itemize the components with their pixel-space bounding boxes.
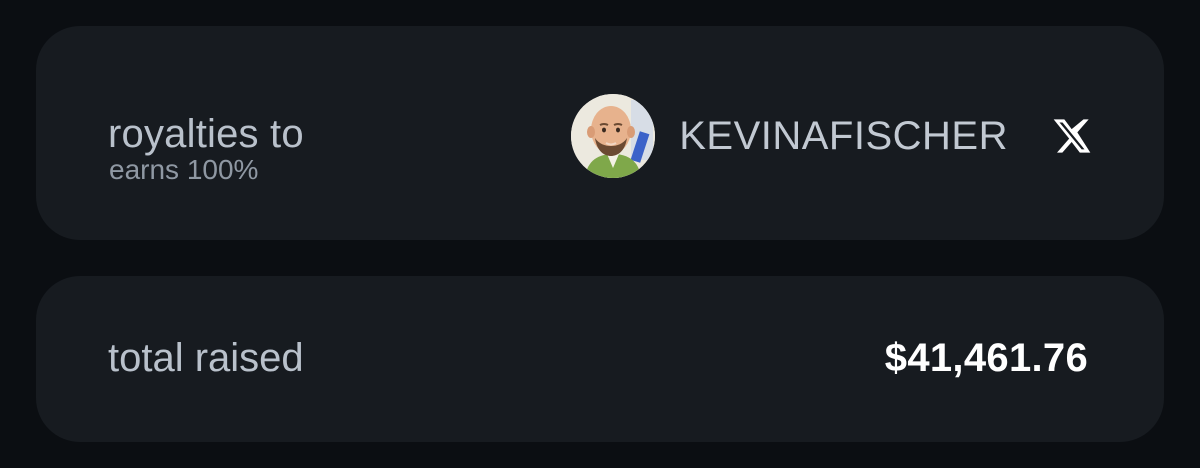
recipient-name[interactable]: KEVINAFISCHER bbox=[679, 112, 1008, 160]
x-logo-icon[interactable] bbox=[1052, 116, 1092, 156]
royalties-share: earns 100% bbox=[109, 154, 259, 185]
royalties-card: royalties to earns 100% KEVINAFISCHER bbox=[36, 26, 1164, 240]
recipient-link[interactable]: KEVINAFISCHER bbox=[571, 94, 1092, 178]
total-raised-card: total raised $41,461.76 bbox=[36, 276, 1164, 442]
total-raised-value: $41,461.76 bbox=[884, 336, 1088, 380]
avatar-image bbox=[571, 94, 656, 178]
avatar[interactable] bbox=[571, 94, 656, 178]
total-raised-label: total raised bbox=[108, 336, 304, 380]
royalties-title: royalties to bbox=[108, 112, 304, 156]
